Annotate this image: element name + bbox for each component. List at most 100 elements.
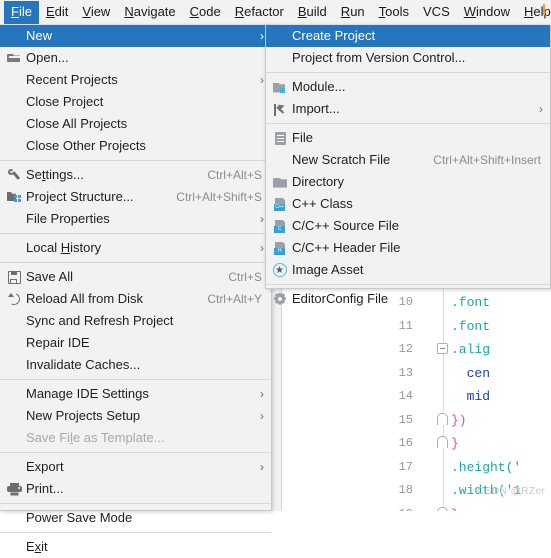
no-icon <box>4 310 24 332</box>
no-icon <box>4 332 24 354</box>
menu-item-settings[interactable]: Settings... Ctrl+Alt+S <box>0 164 271 186</box>
code-line: 17 .height(' <box>265 456 551 480</box>
menu-item-new-scratch-file[interactable]: New Scratch File Ctrl+Alt+Shift+Insert <box>266 149 550 171</box>
code-text: mid <box>451 389 491 404</box>
image-asset-icon-glyph: ★ <box>273 263 287 277</box>
code-fold-marker[interactable] <box>437 503 450 511</box>
menu-item-invalidate-caches[interactable]: Invalidate Caches... <box>0 354 271 376</box>
menu-item-close-project[interactable]: Close Project <box>0 91 271 113</box>
menu-item-label: Print... <box>26 481 64 496</box>
menubar-item-tools[interactable]: Tools <box>372 1 416 24</box>
chevron-right-icon: › <box>260 241 264 255</box>
file-dropdown-menu[interactable]: New › Open... Recent Projects › Close Project… <box>0 25 272 554</box>
gear-icon <box>270 288 290 310</box>
code-editor[interactable]: 10 .font 11 .font 12 .alig 13 cen 14 mid 15}) 16}… <box>265 288 551 511</box>
menu-item-manage-ide-settings[interactable]: Manage IDE Settings › <box>0 383 271 405</box>
menubar-item-window[interactable]: Window <box>457 1 517 24</box>
menu-item-label: Sync and Refresh Project <box>26 313 174 328</box>
menubar-item-edit[interactable]: Edit <box>39 1 75 24</box>
menubar-item-run[interactable]: Run <box>334 1 372 24</box>
code-text: } <box>451 436 459 451</box>
menu-item-new-projects-setup[interactable]: New Projects Setup › <box>0 405 271 427</box>
project-structure-icon-glyph <box>7 191 21 203</box>
no-icon <box>270 149 290 171</box>
menu-item-reload-all-from-disk[interactable]: Reload All from Disk Ctrl+Alt+Y <box>0 288 271 310</box>
menu-item-import[interactable]: Import... › <box>266 98 550 120</box>
menu-item-save-file-as-template: Save File as Template... <box>0 427 271 449</box>
menu-item-label: Local History <box>26 240 102 255</box>
menubar-item-help[interactable]: Help <box>517 1 551 24</box>
menu-item-local-history[interactable]: Local History › <box>0 237 271 259</box>
menu-item-close-other-projects[interactable]: Close Other Projects <box>0 135 271 157</box>
menu-item-project-structure[interactable]: Project Structure... Ctrl+Alt+Shift+S <box>0 186 271 208</box>
save-icon <box>4 266 24 288</box>
menu-item-label: Image Asset <box>292 262 364 277</box>
code-fold-marker[interactable] <box>437 409 450 433</box>
menu-item-c-c-source-file[interactable]: C C/C++ Source File <box>266 215 550 237</box>
menu-item-sync-and-refresh-project[interactable]: Sync and Refresh Project <box>0 310 271 332</box>
menu-item-label: Project Structure... <box>26 189 134 204</box>
menu-item-editorconfig-file[interactable]: EditorConfig File <box>266 288 550 310</box>
reload-icon-glyph <box>7 292 21 306</box>
menu-item-image-asset[interactable]: ★ Image Asset <box>266 259 550 281</box>
code-text: .alig <box>451 342 491 357</box>
menu-item-project-from-version-control[interactable]: Project from Version Control... <box>266 47 550 69</box>
c-source-icon-badge: C <box>274 225 285 233</box>
new-submenu[interactable]: Create Project Project from Version Contr… <box>265 25 551 306</box>
menu-item-directory[interactable]: Directory <box>266 171 550 193</box>
menu-item-new[interactable]: New › <box>0 25 271 47</box>
image-asset-icon: ★ <box>270 259 290 281</box>
menu-item-shortcut: Ctrl+Alt+S <box>207 168 262 182</box>
menubar-item-vcs[interactable]: VCS <box>416 1 457 24</box>
menu-item-create-project[interactable]: Create Project <box>266 25 550 47</box>
menu-separator <box>266 284 550 285</box>
line-number: 12 <box>398 342 413 356</box>
line-number: 18 <box>398 483 413 497</box>
file-icon-glyph <box>274 131 286 145</box>
menu-item-close-all-projects[interactable]: Close All Projects <box>0 113 271 135</box>
menu-item-label: New <box>26 28 53 43</box>
menu-item-c-class[interactable]: C++ C++ Class <box>266 193 550 215</box>
code-text: } <box>451 503 459 512</box>
menubar-item-code[interactable]: Code <box>183 1 228 24</box>
menu-item-file[interactable]: File <box>266 127 550 149</box>
menu-separator <box>0 262 271 263</box>
code-fold-marker[interactable] <box>437 432 450 456</box>
line-number: 14 <box>398 389 413 403</box>
menu-item-module[interactable]: Module... <box>266 76 550 98</box>
menubar-item-file[interactable]: File <box>4 0 39 24</box>
no-icon <box>4 383 24 405</box>
menu-item-repair-ide[interactable]: Repair IDE <box>0 332 271 354</box>
menu-item-label: EditorConfig File <box>292 291 389 306</box>
menubar-item-navigate[interactable]: Navigate <box>117 1 182 24</box>
c-source-icon: C <box>270 215 290 237</box>
menubar-item-view[interactable]: View <box>75 1 117 24</box>
no-icon <box>4 536 24 558</box>
menu-item-label: Manage IDE Settings <box>26 386 149 401</box>
menubar-item-build[interactable]: Build <box>291 1 334 24</box>
line-number: 17 <box>398 459 413 474</box>
menu-item-open[interactable]: Open... <box>0 47 271 69</box>
folder-open-icon <box>4 47 24 69</box>
menu-item-print[interactable]: Print... <box>0 478 271 500</box>
menu-item-shortcut: Ctrl+Alt+Shift+Insert <box>433 153 541 167</box>
menu-item-power-save-mode[interactable]: Power Save Mode <box>0 507 271 529</box>
menu-item-export[interactable]: Export › <box>0 456 271 478</box>
menu-item-file-properties[interactable]: File Properties › <box>0 208 271 230</box>
no-icon <box>4 25 24 47</box>
no-icon <box>4 427 24 449</box>
menu-item-label: File <box>292 130 313 145</box>
menu-item-exit[interactable]: Exit <box>0 536 271 558</box>
code-text: .font <box>451 318 491 334</box>
line-number: 13 <box>398 365 413 380</box>
menu-item-label: Import... <box>292 101 340 116</box>
editor-warning-marker <box>543 4 545 15</box>
menu-item-recent-projects[interactable]: Recent Projects › <box>0 69 271 91</box>
menu-item-label: Open... <box>26 50 69 65</box>
menu-item-save-all[interactable]: Save All Ctrl+S <box>0 266 271 288</box>
folder-icon-glyph <box>273 177 287 188</box>
code-fold-marker[interactable] <box>437 338 450 362</box>
menu-item-c-c-header-file[interactable]: H C/C++ Header File <box>266 237 550 259</box>
menubar-item-refactor[interactable]: Refactor <box>228 1 291 24</box>
fold-region-icon <box>437 412 448 425</box>
